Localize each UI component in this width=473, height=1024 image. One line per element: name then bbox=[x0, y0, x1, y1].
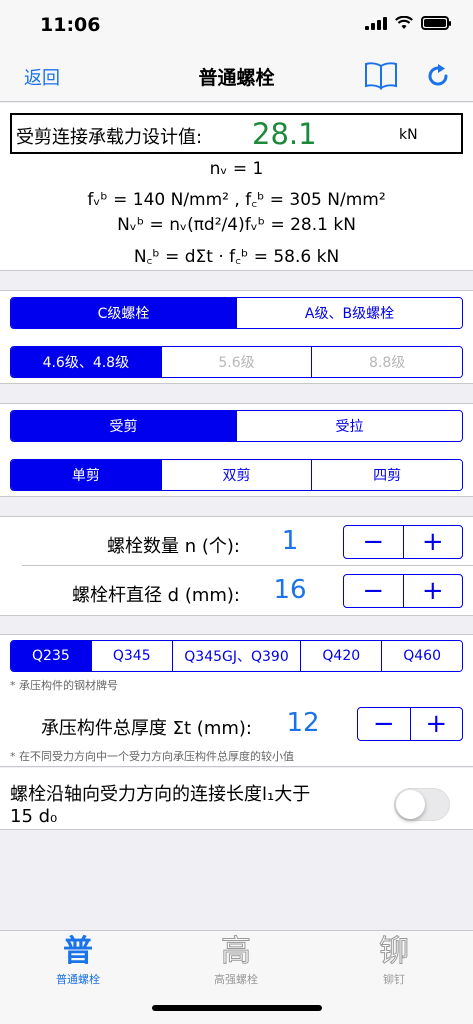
battery-icon bbox=[421, 16, 451, 30]
tab-rivet[interactable]: 铆 铆钉 bbox=[334, 934, 454, 987]
tab-high-strength-bolt[interactable]: 高 高强螺栓 bbox=[176, 934, 296, 987]
wifi-icon bbox=[395, 16, 413, 29]
high-strength-bolt-icon: 高 bbox=[221, 934, 252, 969]
page-title: 普通螺栓 bbox=[198, 67, 275, 89]
result-unit: kN bbox=[399, 127, 418, 143]
formula-line: Nᵥᵇ = nᵥ(πd²/4)fᵥᵇ = 28.1 kN bbox=[117, 215, 356, 235]
bolt-grade-option[interactable]: 5.6级 bbox=[160, 347, 312, 377]
thickness-value: 12 bbox=[286, 708, 320, 738]
bolt-grade-option[interactable]: 4.6级、4.8级 bbox=[11, 347, 161, 377]
thickness-note: * 在不同受力方向中一个受力方向承压构件总厚度的较小值 bbox=[10, 750, 294, 763]
bolt-diameter-value: 16 bbox=[273, 575, 307, 605]
bolt-class-option[interactable]: C级螺栓 bbox=[11, 298, 236, 328]
ordinary-bolt-icon: 普 bbox=[63, 934, 93, 969]
load-type-section: 受剪 受拉 单剪 双剪 四剪 bbox=[0, 403, 473, 497]
steel-grade-option[interactable]: Q345 bbox=[90, 641, 172, 671]
long-joint-line: 15 d₀ bbox=[10, 806, 58, 827]
bolt-count-value: 1 bbox=[281, 526, 299, 556]
long-joint-line: 螺栓沿轴向受力方向的连接长度l₁大于 bbox=[10, 784, 311, 805]
book-icon[interactable] bbox=[364, 60, 398, 90]
long-joint-switch[interactable] bbox=[394, 788, 450, 821]
bolt-diameter-stepper: − + bbox=[343, 574, 463, 608]
shear-type-segmented: 单剪 双剪 四剪 bbox=[10, 459, 463, 491]
tab-label: 铆钉 bbox=[383, 973, 405, 986]
shear-type-option[interactable]: 四剪 bbox=[311, 460, 462, 490]
result-panel: 受剪连接承载力设计值: 28.1 kN nᵥ = 1 fᵥᵇ = 140 N/m… bbox=[0, 103, 473, 271]
bolt-count-label: 螺栓数量 n (个): bbox=[107, 536, 240, 557]
load-type-option[interactable]: 受拉 bbox=[236, 411, 462, 441]
increment-button[interactable]: + bbox=[402, 575, 463, 607]
steel-grade-option[interactable]: Q235 bbox=[11, 641, 91, 671]
bolt-size-section: 螺栓数量 n (个): 1 − + 螺栓杆直径 d (mm): 16 − + bbox=[0, 516, 473, 616]
long-joint-label: 螺栓沿轴向受力方向的连接长度l₁大于 15 d₀ bbox=[10, 784, 310, 828]
shear-type-option[interactable]: 单剪 bbox=[11, 460, 161, 490]
result-label: 受剪连接承载力设计值: bbox=[16, 127, 203, 148]
long-joint-row: 螺栓沿轴向受力方向的连接长度l₁大于 15 d₀ bbox=[0, 768, 473, 830]
bolt-class-segmented: C级螺栓 A级、B级螺栓 bbox=[10, 297, 463, 329]
steel-note: * 承压构件的钢材牌号 bbox=[10, 679, 118, 692]
decrement-button[interactable]: − bbox=[344, 575, 403, 607]
result-value: 28.1 bbox=[252, 117, 317, 151]
refresh-icon[interactable] bbox=[424, 62, 452, 90]
decrement-button[interactable]: − bbox=[358, 708, 410, 740]
divider bbox=[22, 565, 473, 566]
bolt-diameter-label: 螺栓杆直径 d (mm): bbox=[71, 585, 240, 606]
status-time: 11:06 bbox=[40, 14, 101, 36]
bolt-grade-option[interactable]: 8.8级 bbox=[311, 347, 462, 377]
decrement-button[interactable]: − bbox=[344, 526, 403, 558]
tab-label: 普通螺栓 bbox=[56, 973, 100, 986]
rivet-icon: 铆 bbox=[379, 934, 410, 969]
steel-grade-segmented: Q235 Q345 Q345GJ、Q390 Q420 Q460 bbox=[10, 640, 463, 672]
formula-line: fᵥᵇ = 140 N/mm² , f꜀ᵇ = 305 N/mm² bbox=[87, 190, 386, 210]
steel-section: Q235 Q345 Q345GJ、Q390 Q420 Q460 * 承压构件的钢… bbox=[0, 634, 473, 767]
bolt-count-stepper: − + bbox=[343, 525, 463, 559]
thickness-label: 承压构件总厚度 Σt (mm): bbox=[40, 718, 252, 739]
result-box: 受剪连接承载力设计值: 28.1 kN bbox=[10, 113, 463, 154]
tab-label: 高强螺栓 bbox=[214, 973, 258, 986]
load-type-option[interactable]: 受剪 bbox=[11, 411, 236, 441]
bolt-class-option[interactable]: A级、B级螺栓 bbox=[236, 298, 462, 328]
tab-ordinary-bolt[interactable]: 普 普通螺栓 bbox=[18, 935, 138, 987]
shear-type-option[interactable]: 双剪 bbox=[160, 460, 312, 490]
nav-bar: 返回 普通螺栓 bbox=[0, 50, 473, 102]
home-indicator[interactable] bbox=[152, 1005, 322, 1011]
bolt-grade-segmented: 4.6级、4.8级 5.6级 8.8级 bbox=[10, 346, 463, 378]
switch-knob bbox=[396, 790, 425, 819]
bolt-type-section: C级螺栓 A级、B级螺栓 4.6级、4.8级 5.6级 8.8级 bbox=[0, 290, 473, 384]
steel-grade-option[interactable]: Q460 bbox=[381, 641, 462, 671]
thickness-stepper: − + bbox=[357, 707, 463, 741]
increment-button[interactable]: + bbox=[409, 708, 463, 740]
steel-grade-option[interactable]: Q420 bbox=[300, 641, 382, 671]
load-type-segmented: 受剪 受拉 bbox=[10, 410, 463, 442]
steel-grade-option[interactable]: Q345GJ、Q390 bbox=[171, 641, 301, 671]
status-bar: 11:06 bbox=[0, 0, 473, 50]
increment-button[interactable]: + bbox=[402, 526, 463, 558]
formula-line: nᵥ = 1 bbox=[209, 159, 264, 179]
status-icons bbox=[365, 16, 451, 30]
formula-line: N꜀ᵇ = dΣt · f꜀ᵇ = 58.6 kN bbox=[133, 247, 340, 267]
cellular-signal-icon bbox=[365, 16, 387, 30]
